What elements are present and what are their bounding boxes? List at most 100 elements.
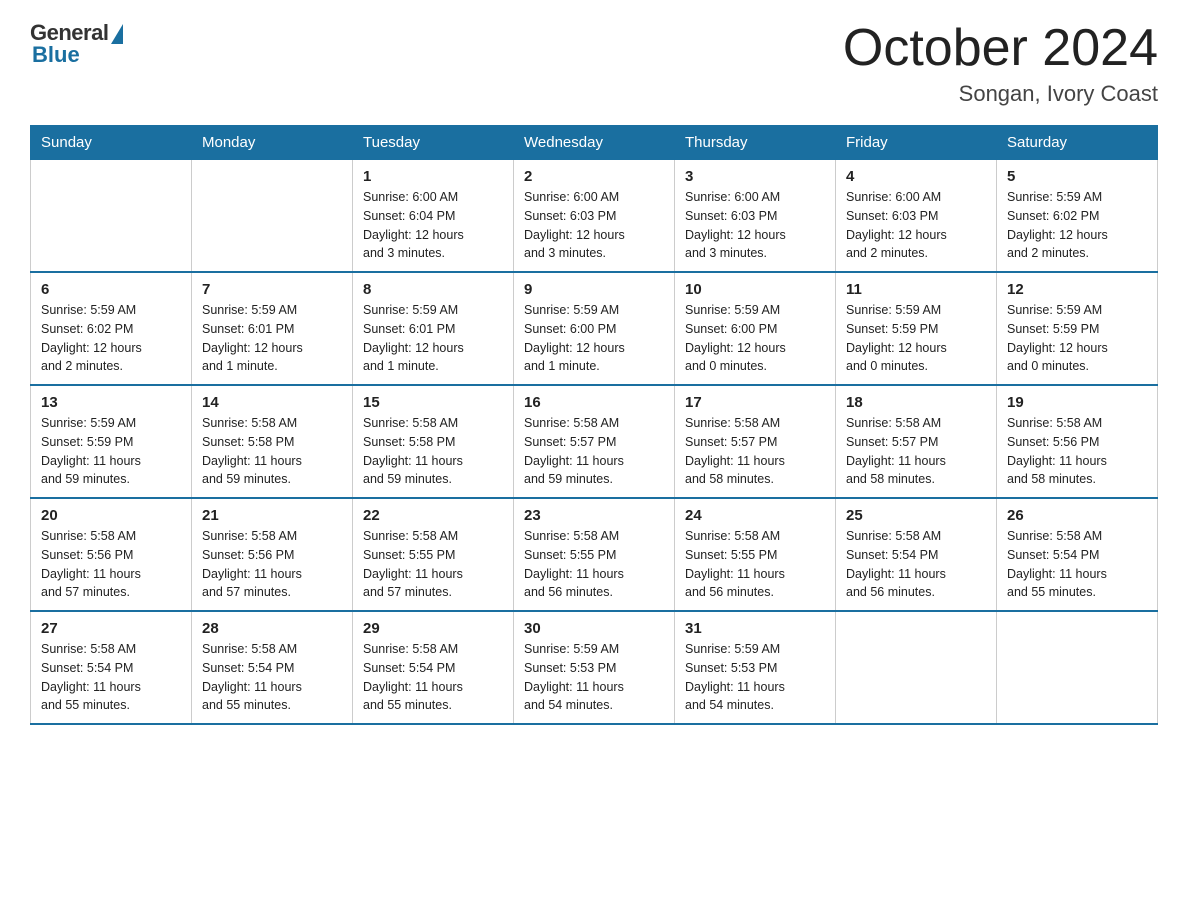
day-info: Sunrise: 5:58 AMSunset: 5:55 PMDaylight:… — [363, 527, 503, 602]
day-info: Sunrise: 5:59 AMSunset: 6:01 PMDaylight:… — [202, 301, 342, 376]
day-number: 16 — [524, 394, 664, 411]
day-number: 23 — [524, 507, 664, 524]
day-info: Sunrise: 6:00 AMSunset: 6:03 PMDaylight:… — [524, 188, 664, 263]
calendar-cell: 19Sunrise: 5:58 AMSunset: 5:56 PMDayligh… — [997, 385, 1158, 498]
day-number: 14 — [202, 394, 342, 411]
calendar-cell: 5 Sunrise: 5:59 AMSunset: 6:02 PMDaylight… — [997, 160, 1158, 273]
title-area: October 2024 Songan, Ivory Coast — [843, 20, 1158, 107]
logo: General Blue — [30, 20, 123, 68]
header: General Blue October 2024 Songan, Ivory … — [30, 20, 1158, 107]
calendar-cell: 12 Sunrise: 5:59 AMSunset: 5:59 PMDayligh… — [997, 272, 1158, 385]
day-number: 3 — [685, 168, 825, 185]
calendar-cell: 9 Sunrise: 5:59 AMSunset: 6:00 PMDaylight… — [514, 272, 675, 385]
calendar-cell: 11 Sunrise: 5:59 AMSunset: 5:59 PMDayligh… — [836, 272, 997, 385]
calendar-week-2: 6 Sunrise: 5:59 AMSunset: 6:02 PMDaylight… — [31, 272, 1158, 385]
calendar-week-1: 1 Sunrise: 6:00 AMSunset: 6:04 PMDaylight… — [31, 160, 1158, 273]
day-number: 18 — [846, 394, 986, 411]
day-info: Sunrise: 5:58 AMSunset: 5:58 PMDaylight:… — [202, 414, 342, 489]
day-number: 26 — [1007, 507, 1147, 524]
day-number: 9 — [524, 281, 664, 298]
day-number: 30 — [524, 620, 664, 637]
day-number: 7 — [202, 281, 342, 298]
calendar-cell: 22 Sunrise: 5:58 AMSunset: 5:55 PMDayligh… — [353, 498, 514, 611]
calendar-cell — [192, 160, 353, 273]
day-number: 19 — [1007, 394, 1147, 411]
day-number: 29 — [363, 620, 503, 637]
day-number: 24 — [685, 507, 825, 524]
day-info: Sunrise: 5:59 AMSunset: 5:53 PMDaylight:… — [685, 640, 825, 715]
weekday-header-monday: Monday — [192, 126, 353, 160]
day-number: 15 — [363, 394, 503, 411]
day-info: Sunrise: 5:59 AMSunset: 6:00 PMDaylight:… — [524, 301, 664, 376]
day-number: 12 — [1007, 281, 1147, 298]
calendar-cell: 7 Sunrise: 5:59 AMSunset: 6:01 PMDaylight… — [192, 272, 353, 385]
day-info: Sunrise: 5:58 AMSunset: 5:56 PMDaylight:… — [202, 527, 342, 602]
calendar-cell: 31Sunrise: 5:59 AMSunset: 5:53 PMDayligh… — [675, 611, 836, 724]
calendar-cell: 29Sunrise: 5:58 AMSunset: 5:54 PMDayligh… — [353, 611, 514, 724]
calendar-cell — [997, 611, 1158, 724]
day-info: Sunrise: 5:59 AMSunset: 6:02 PMDaylight:… — [1007, 188, 1147, 263]
calendar-cell: 27Sunrise: 5:58 AMSunset: 5:54 PMDayligh… — [31, 611, 192, 724]
calendar-week-3: 13 Sunrise: 5:59 AMSunset: 5:59 PMDayligh… — [31, 385, 1158, 498]
day-info: Sunrise: 5:59 AMSunset: 5:59 PMDaylight:… — [41, 414, 181, 489]
day-info: Sunrise: 5:59 AMSunset: 5:59 PMDaylight:… — [1007, 301, 1147, 376]
calendar-cell: 1 Sunrise: 6:00 AMSunset: 6:04 PMDaylight… — [353, 160, 514, 273]
day-info: Sunrise: 5:58 AMSunset: 5:54 PMDaylight:… — [846, 527, 986, 602]
day-number: 1 — [363, 168, 503, 185]
day-info: Sunrise: 6:00 AMSunset: 6:03 PMDaylight:… — [846, 188, 986, 263]
weekday-header-row: SundayMondayTuesdayWednesdayThursdayFrid… — [31, 126, 1158, 160]
weekday-header-sunday: Sunday — [31, 126, 192, 160]
day-info: Sunrise: 5:59 AMSunset: 6:00 PMDaylight:… — [685, 301, 825, 376]
day-info: Sunrise: 5:58 AMSunset: 5:54 PMDaylight:… — [1007, 527, 1147, 602]
calendar-cell: 18Sunrise: 5:58 AMSunset: 5:57 PMDayligh… — [836, 385, 997, 498]
calendar-cell: 21 Sunrise: 5:58 AMSunset: 5:56 PMDayligh… — [192, 498, 353, 611]
logo-triangle-icon — [111, 24, 123, 44]
day-number: 5 — [1007, 168, 1147, 185]
day-number: 6 — [41, 281, 181, 298]
calendar-cell: 13 Sunrise: 5:59 AMSunset: 5:59 PMDayligh… — [31, 385, 192, 498]
weekday-header-saturday: Saturday — [997, 126, 1158, 160]
day-info: Sunrise: 5:58 AMSunset: 5:55 PMDaylight:… — [685, 527, 825, 602]
day-info: Sunrise: 6:00 AMSunset: 6:03 PMDaylight:… — [685, 188, 825, 263]
calendar-cell: 16 Sunrise: 5:58 AMSunset: 5:57 PMDayligh… — [514, 385, 675, 498]
calendar-cell: 30Sunrise: 5:59 AMSunset: 5:53 PMDayligh… — [514, 611, 675, 724]
day-number: 22 — [363, 507, 503, 524]
calendar-cell: 17Sunrise: 5:58 AMSunset: 5:57 PMDayligh… — [675, 385, 836, 498]
day-number: 25 — [846, 507, 986, 524]
calendar-cell: 26 Sunrise: 5:58 AMSunset: 5:54 PMDayligh… — [997, 498, 1158, 611]
day-info: Sunrise: 5:58 AMSunset: 5:56 PMDaylight:… — [41, 527, 181, 602]
weekday-header-wednesday: Wednesday — [514, 126, 675, 160]
calendar-cell: 14 Sunrise: 5:58 AMSunset: 5:58 PMDayligh… — [192, 385, 353, 498]
month-title: October 2024 — [843, 20, 1158, 77]
day-info: Sunrise: 5:58 AMSunset: 5:58 PMDaylight:… — [363, 414, 503, 489]
day-info: Sunrise: 5:59 AMSunset: 5:59 PMDaylight:… — [846, 301, 986, 376]
day-info: Sunrise: 5:58 AMSunset: 5:54 PMDaylight:… — [202, 640, 342, 715]
calendar-table: SundayMondayTuesdayWednesdayThursdayFrid… — [30, 125, 1158, 725]
day-number: 20 — [41, 507, 181, 524]
logo-blue-text: Blue — [32, 42, 80, 68]
day-number: 4 — [846, 168, 986, 185]
day-number: 21 — [202, 507, 342, 524]
day-info: Sunrise: 5:58 AMSunset: 5:57 PMDaylight:… — [524, 414, 664, 489]
day-number: 11 — [846, 281, 986, 298]
day-info: Sunrise: 6:00 AMSunset: 6:04 PMDaylight:… — [363, 188, 503, 263]
day-info: Sunrise: 5:59 AMSunset: 6:02 PMDaylight:… — [41, 301, 181, 376]
calendar-cell: 20 Sunrise: 5:58 AMSunset: 5:56 PMDayligh… — [31, 498, 192, 611]
calendar-cell: 28Sunrise: 5:58 AMSunset: 5:54 PMDayligh… — [192, 611, 353, 724]
calendar-cell: 3 Sunrise: 6:00 AMSunset: 6:03 PMDaylight… — [675, 160, 836, 273]
weekday-header-tuesday: Tuesday — [353, 126, 514, 160]
location-title: Songan, Ivory Coast — [843, 81, 1158, 107]
calendar-cell: 15 Sunrise: 5:58 AMSunset: 5:58 PMDayligh… — [353, 385, 514, 498]
day-number: 13 — [41, 394, 181, 411]
weekday-header-friday: Friday — [836, 126, 997, 160]
calendar-cell — [31, 160, 192, 273]
day-number: 8 — [363, 281, 503, 298]
calendar-cell: 6 Sunrise: 5:59 AMSunset: 6:02 PMDaylight… — [31, 272, 192, 385]
weekday-header-thursday: Thursday — [675, 126, 836, 160]
calendar-week-5: 27Sunrise: 5:58 AMSunset: 5:54 PMDayligh… — [31, 611, 1158, 724]
calendar-cell — [836, 611, 997, 724]
calendar-cell: 4 Sunrise: 6:00 AMSunset: 6:03 PMDaylight… — [836, 160, 997, 273]
calendar-cell: 8Sunrise: 5:59 AMSunset: 6:01 PMDaylight… — [353, 272, 514, 385]
day-number: 17 — [685, 394, 825, 411]
day-info: Sunrise: 5:58 AMSunset: 5:54 PMDaylight:… — [41, 640, 181, 715]
